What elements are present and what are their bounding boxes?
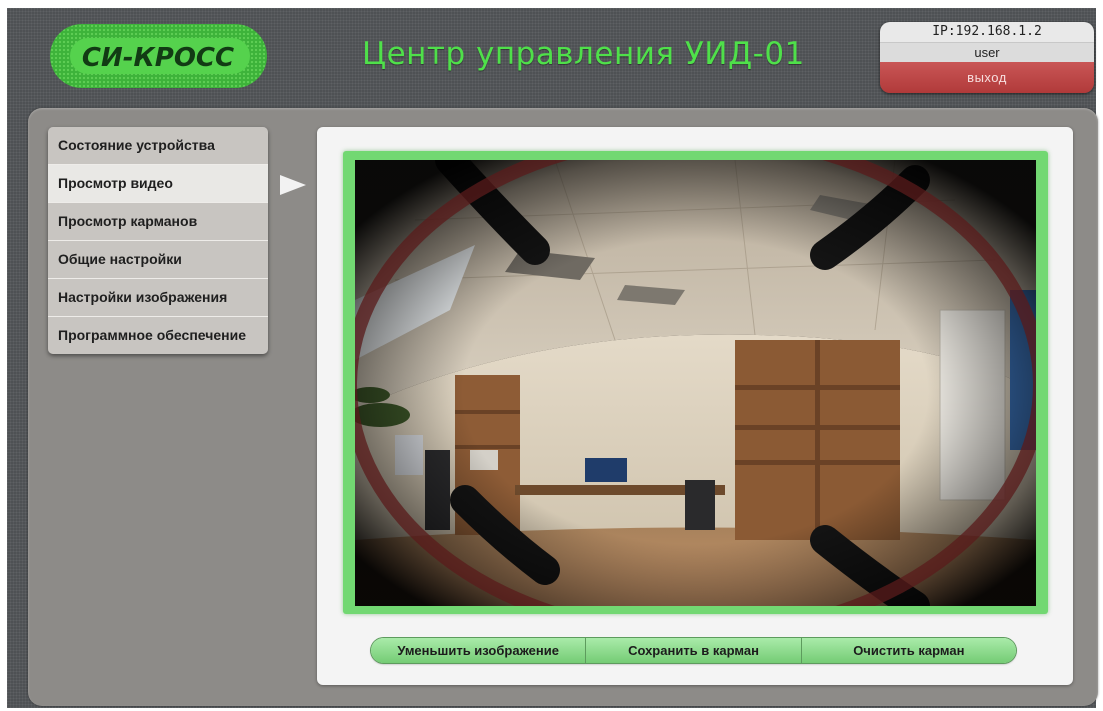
sidebar-item-device-status[interactable]: Состояние устройства (48, 127, 268, 165)
page-title: Центр управления УИД-01 (362, 36, 805, 72)
video-actions: Уменьшить изображение Сохранить в карман… (371, 638, 1016, 663)
sidebar-item-pockets-view[interactable]: Просмотр карманов (48, 203, 268, 241)
active-arrow-icon (280, 175, 306, 195)
save-to-pocket-button[interactable]: Сохранить в карман (586, 638, 802, 663)
sidebar-item-software[interactable]: Программное обеспечение (48, 317, 268, 354)
logout-button[interactable]: выход (880, 62, 1094, 93)
logo-text: СИ-КРОСС (82, 43, 234, 73)
sidebar-item-general-settings[interactable]: Общие настройки (48, 241, 268, 279)
video-stream (355, 160, 1036, 606)
company-logo: СИ-КРОСС (46, 20, 271, 92)
clear-pocket-button[interactable]: Очистить карман (801, 638, 1016, 663)
sidebar-item-image-settings[interactable]: Настройки изображения (48, 279, 268, 317)
username: user (880, 42, 1094, 62)
sidebar-item-video-view[interactable]: Просмотр видео (48, 165, 268, 203)
video-frame (343, 151, 1048, 614)
ip-address: IP:192.168.1.2 (880, 22, 1094, 42)
shrink-image-button[interactable]: Уменьшить изображение (371, 638, 587, 663)
sidebar-menu: Состояние устройства Просмотр видео Прос… (48, 127, 268, 354)
session-panel: IP:192.168.1.2 user выход (880, 22, 1094, 93)
